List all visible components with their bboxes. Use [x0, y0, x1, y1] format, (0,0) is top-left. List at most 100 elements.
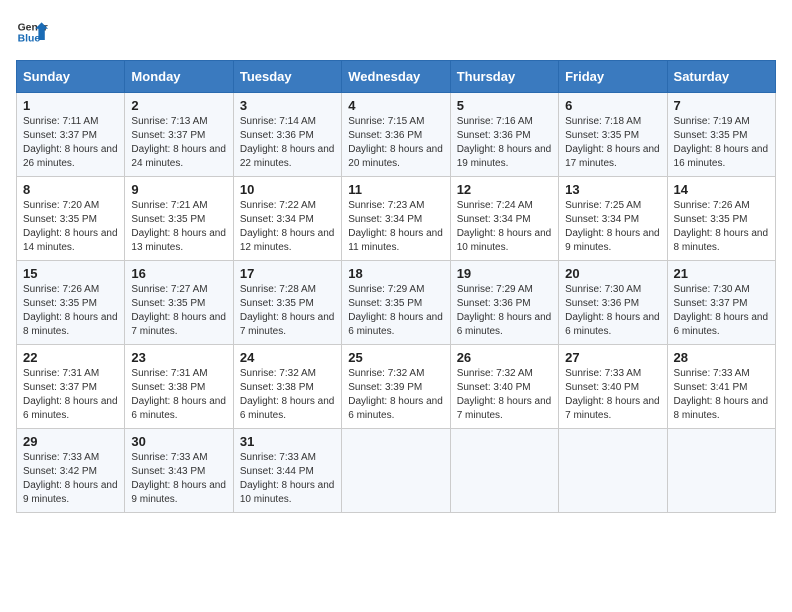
day-number: 3: [240, 98, 335, 113]
day-info: Sunrise: 7:30 AMSunset: 3:37 PMDaylight:…: [674, 283, 769, 339]
calendar-cell: 30 Sunrise: 7:33 AMSunset: 3:43 PMDayligh…: [125, 429, 233, 513]
day-info: Sunrise: 7:31 AMSunset: 3:37 PMDaylight:…: [23, 367, 118, 423]
day-info: Sunrise: 7:16 AMSunset: 3:36 PMDaylight:…: [457, 115, 552, 171]
day-number: 13: [565, 182, 660, 197]
calendar-cell: 23 Sunrise: 7:31 AMSunset: 3:38 PMDayligh…: [125, 345, 233, 429]
day-info: Sunrise: 7:26 AMSunset: 3:35 PMDaylight:…: [674, 199, 769, 255]
calendar-cell: 6 Sunrise: 7:18 AMSunset: 3:35 PMDaylight…: [559, 93, 667, 177]
day-number: 4: [348, 98, 443, 113]
day-number: 18: [348, 266, 443, 281]
day-number: 25: [348, 350, 443, 365]
weekday-header-wednesday: Wednesday: [342, 61, 450, 93]
calendar-cell: 7Sunrise: 7:19 AMSunset: 3:35 PMDaylight…: [667, 93, 775, 177]
day-info: Sunrise: 7:33 AMSunset: 3:43 PMDaylight:…: [131, 451, 226, 507]
day-info: Sunrise: 7:18 AMSunset: 3:35 PMDaylight:…: [565, 115, 660, 171]
day-info: Sunrise: 7:11 AMSunset: 3:37 PMDaylight:…: [23, 115, 118, 171]
day-number: 30: [131, 434, 226, 449]
calendar-cell: 16 Sunrise: 7:27 AMSunset: 3:35 PMDayligh…: [125, 261, 233, 345]
calendar-cell: 3Sunrise: 7:14 AMSunset: 3:36 PMDaylight…: [233, 93, 341, 177]
day-number: 16: [131, 266, 226, 281]
day-number: 24: [240, 350, 335, 365]
day-number: 23: [131, 350, 226, 365]
calendar-cell: 28 Sunrise: 7:33 AMSunset: 3:41 PMDayligh…: [667, 345, 775, 429]
calendar-cell: 26 Sunrise: 7:32 AMSunset: 3:40 PMDayligh…: [450, 345, 558, 429]
day-info: Sunrise: 7:33 AMSunset: 3:40 PMDaylight:…: [565, 367, 660, 423]
calendar-cell: 21 Sunrise: 7:30 AMSunset: 3:37 PMDayligh…: [667, 261, 775, 345]
day-info: Sunrise: 7:31 AMSunset: 3:38 PMDaylight:…: [131, 367, 226, 423]
weekday-header-sunday: Sunday: [17, 61, 125, 93]
day-number: 9: [131, 182, 226, 197]
logo: General Blue: [16, 16, 48, 48]
day-info: Sunrise: 7:29 AMSunset: 3:35 PMDaylight:…: [348, 283, 443, 339]
calendar-cell: 1 Sunrise: 7:11 AMSunset: 3:37 PMDaylight…: [17, 93, 125, 177]
day-number: 21: [674, 266, 769, 281]
weekday-header-friday: Friday: [559, 61, 667, 93]
calendar-cell: 12 Sunrise: 7:24 AMSunset: 3:34 PMDayligh…: [450, 177, 558, 261]
day-number: 17: [240, 266, 335, 281]
calendar-cell: 24 Sunrise: 7:32 AMSunset: 3:38 PMDayligh…: [233, 345, 341, 429]
calendar-cell: [667, 429, 775, 513]
day-number: 14: [674, 182, 769, 197]
calendar-cell: [342, 429, 450, 513]
calendar-cell: 10 Sunrise: 7:22 AMSunset: 3:34 PMDayligh…: [233, 177, 341, 261]
day-number: 27: [565, 350, 660, 365]
day-number: 12: [457, 182, 552, 197]
day-number: 6: [565, 98, 660, 113]
day-number: 7: [674, 98, 769, 113]
day-info: Sunrise: 7:29 AMSunset: 3:36 PMDaylight:…: [457, 283, 552, 339]
calendar-cell: 25 Sunrise: 7:32 AMSunset: 3:39 PMDayligh…: [342, 345, 450, 429]
calendar-cell: 18 Sunrise: 7:29 AMSunset: 3:35 PMDayligh…: [342, 261, 450, 345]
day-number: 22: [23, 350, 118, 365]
calendar-cell: 17 Sunrise: 7:28 AMSunset: 3:35 PMDayligh…: [233, 261, 341, 345]
calendar-cell: 9 Sunrise: 7:21 AMSunset: 3:35 PMDaylight…: [125, 177, 233, 261]
day-number: 28: [674, 350, 769, 365]
calendar-cell: 4 Sunrise: 7:15 AMSunset: 3:36 PMDaylight…: [342, 93, 450, 177]
calendar-cell: 29 Sunrise: 7:33 AMSunset: 3:42 PMDayligh…: [17, 429, 125, 513]
day-info: Sunrise: 7:20 AMSunset: 3:35 PMDaylight:…: [23, 199, 118, 255]
calendar-cell: [450, 429, 558, 513]
day-info: Sunrise: 7:21 AMSunset: 3:35 PMDaylight:…: [131, 199, 226, 255]
day-number: 2: [131, 98, 226, 113]
day-number: 20: [565, 266, 660, 281]
calendar-cell: 5Sunrise: 7:16 AMSunset: 3:36 PMDaylight…: [450, 93, 558, 177]
svg-text:Blue: Blue: [18, 34, 41, 45]
calendar-cell: 31 Sunrise: 7:33 AMSunset: 3:44 PMDayligh…: [233, 429, 341, 513]
calendar-cell: 22 Sunrise: 7:31 AMSunset: 3:37 PMDayligh…: [17, 345, 125, 429]
weekday-header-saturday: Saturday: [667, 61, 775, 93]
day-info: Sunrise: 7:32 AMSunset: 3:39 PMDaylight:…: [348, 367, 443, 423]
day-info: Sunrise: 7:32 AMSunset: 3:40 PMDaylight:…: [457, 367, 552, 423]
day-info: Sunrise: 7:22 AMSunset: 3:34 PMDaylight:…: [240, 199, 335, 255]
day-info: Sunrise: 7:28 AMSunset: 3:35 PMDaylight:…: [240, 283, 335, 339]
calendar-cell: 15 Sunrise: 7:26 AMSunset: 3:35 PMDayligh…: [17, 261, 125, 345]
day-number: 31: [240, 434, 335, 449]
calendar-cell: 13 Sunrise: 7:25 AMSunset: 3:34 PMDayligh…: [559, 177, 667, 261]
day-info: Sunrise: 7:15 AMSunset: 3:36 PMDaylight:…: [348, 115, 443, 171]
calendar-cell: 27 Sunrise: 7:33 AMSunset: 3:40 PMDayligh…: [559, 345, 667, 429]
day-info: Sunrise: 7:26 AMSunset: 3:35 PMDaylight:…: [23, 283, 118, 339]
day-number: 19: [457, 266, 552, 281]
day-info: Sunrise: 7:25 AMSunset: 3:34 PMDaylight:…: [565, 199, 660, 255]
day-number: 1: [23, 98, 118, 113]
day-info: Sunrise: 7:33 AMSunset: 3:41 PMDaylight:…: [674, 367, 769, 423]
day-info: Sunrise: 7:32 AMSunset: 3:38 PMDaylight:…: [240, 367, 335, 423]
calendar-cell: 8 Sunrise: 7:20 AMSunset: 3:35 PMDaylight…: [17, 177, 125, 261]
day-info: Sunrise: 7:30 AMSunset: 3:36 PMDaylight:…: [565, 283, 660, 339]
day-info: Sunrise: 7:13 AMSunset: 3:37 PMDaylight:…: [131, 115, 226, 171]
day-number: 26: [457, 350, 552, 365]
weekday-header-monday: Monday: [125, 61, 233, 93]
day-number: 15: [23, 266, 118, 281]
calendar-cell: 2 Sunrise: 7:13 AMSunset: 3:37 PMDaylight…: [125, 93, 233, 177]
day-number: 29: [23, 434, 118, 449]
day-number: 11: [348, 182, 443, 197]
calendar-cell: 20 Sunrise: 7:30 AMSunset: 3:36 PMDayligh…: [559, 261, 667, 345]
day-info: Sunrise: 7:33 AMSunset: 3:44 PMDaylight:…: [240, 451, 335, 507]
day-info: Sunrise: 7:33 AMSunset: 3:42 PMDaylight:…: [23, 451, 118, 507]
day-info: Sunrise: 7:27 AMSunset: 3:35 PMDaylight:…: [131, 283, 226, 339]
calendar-cell: 11Sunrise: 7:23 AMSunset: 3:34 PMDayligh…: [342, 177, 450, 261]
day-info: Sunrise: 7:24 AMSunset: 3:34 PMDaylight:…: [457, 199, 552, 255]
logo-icon: General Blue: [16, 16, 48, 48]
day-number: 10: [240, 182, 335, 197]
calendar-cell: 19 Sunrise: 7:29 AMSunset: 3:36 PMDayligh…: [450, 261, 558, 345]
day-number: 8: [23, 182, 118, 197]
calendar-cell: 14 Sunrise: 7:26 AMSunset: 3:35 PMDayligh…: [667, 177, 775, 261]
